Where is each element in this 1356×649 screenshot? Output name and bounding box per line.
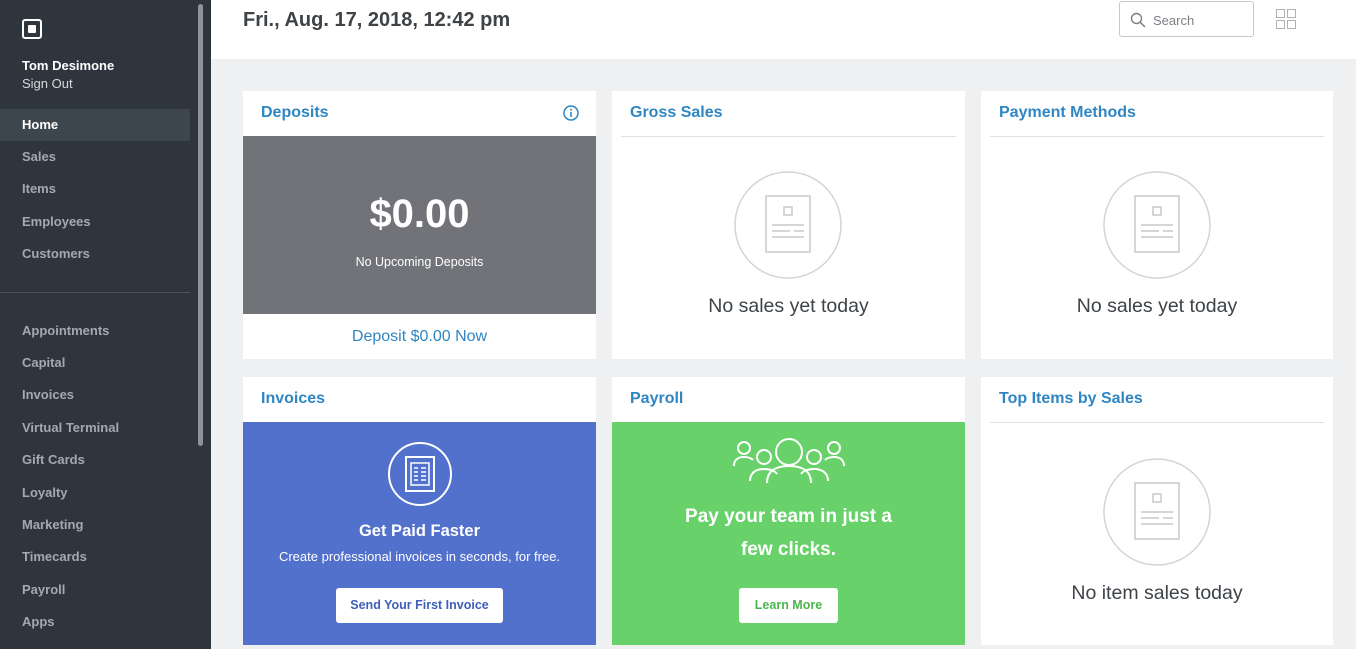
invoice-promo-subtitle: Create professional invoices in seconds,… <box>278 549 561 564</box>
info-icon[interactable] <box>563 105 579 121</box>
deposit-now-link[interactable]: Deposit $0.00 Now <box>243 328 596 346</box>
deposits-card: Deposits $0.00 No Upcoming Deposits Depo… <box>243 91 596 359</box>
card-divider <box>990 136 1324 137</box>
sidebar-item-marketing[interactable]: Marketing <box>0 509 190 541</box>
learn-more-button[interactable]: Learn More <box>739 588 838 623</box>
payment-methods-card-title: Payment Methods <box>999 104 1136 121</box>
empty-receipt-icon <box>1103 458 1211 566</box>
grid-layout-icon[interactable] <box>1276 9 1296 29</box>
card-divider <box>990 422 1324 423</box>
invoice-document-icon <box>388 442 452 506</box>
sidebar-item-home[interactable]: Home <box>0 109 190 141</box>
sidebar-item-appointments[interactable]: Appointments <box>0 315 190 347</box>
empty-receipt-icon <box>734 171 842 279</box>
user-name: Tom Desimone <box>22 58 115 73</box>
deposits-card-title: Deposits <box>261 104 329 121</box>
empty-state-text: No sales yet today <box>708 295 869 317</box>
deposit-amount: $0.00 <box>369 192 470 236</box>
sidebar-item-employees[interactable]: Employees <box>0 206 190 238</box>
sign-out-link[interactable]: Sign Out <box>22 76 73 91</box>
page-title: Fri., Aug. 17, 2018, 12:42 pm <box>243 9 511 31</box>
invoices-card: Invoices Get Paid Faster Create professi… <box>243 377 596 645</box>
sidebar-item-capital[interactable]: Capital <box>0 347 190 379</box>
payroll-promo-heading-line1: Pay your team in just a <box>685 506 892 527</box>
payroll-promo-panel: Pay your team in just a few clicks. Lear… <box>612 422 965 645</box>
search-box[interactable] <box>1119 1 1254 37</box>
top-items-card-title: Top Items by Sales <box>999 390 1143 407</box>
sidebar-item-payroll[interactable]: Payroll <box>0 574 190 606</box>
search-input[interactable] <box>1153 10 1248 30</box>
sidebar-item-items[interactable]: Items <box>0 173 190 205</box>
sidebar-item-sales[interactable]: Sales <box>0 141 190 173</box>
empty-state-text: No item sales today <box>1071 582 1243 604</box>
invoices-card-title: Invoices <box>261 390 326 407</box>
page-header: Fri., Aug. 17, 2018, 12:42 pm <box>211 0 1356 59</box>
sidebar-divider <box>0 292 190 293</box>
deposit-summary-panel: $0.00 No Upcoming Deposits <box>243 136 596 314</box>
card-divider <box>621 136 956 137</box>
payment-methods-card: Payment Methods No sales yet today <box>981 91 1333 359</box>
team-people-icon <box>733 438 845 484</box>
square-logo-icon[interactable] <box>22 19 42 39</box>
gross-sales-card: Gross Sales No sales yet today <box>612 91 965 359</box>
payroll-card: Payroll Pay your team in just a few clic… <box>612 377 965 645</box>
empty-state-text: No sales yet today <box>1076 295 1238 317</box>
payroll-card-title: Payroll <box>630 390 684 407</box>
deposit-status: No Upcoming Deposits <box>355 255 484 269</box>
sidebar-item-virtual-terminal[interactable]: Virtual Terminal <box>0 412 190 444</box>
sidebar-item-timecards[interactable]: Timecards <box>0 541 190 573</box>
sidebar: Tom Desimone Sign Out Home Sales Items E… <box>0 0 211 649</box>
empty-receipt-icon <box>1103 171 1211 279</box>
payroll-promo-heading-line2: few clicks. <box>740 539 837 560</box>
sidebar-scrollbar[interactable] <box>198 4 203 446</box>
sidebar-item-gift-cards[interactable]: Gift Cards <box>0 444 190 476</box>
send-first-invoice-button[interactable]: Send Your First Invoice <box>336 588 503 623</box>
invoice-promo-heading: Get Paid Faster <box>358 522 481 540</box>
top-items-card: Top Items by Sales No item sales today <box>981 377 1333 645</box>
sidebar-item-loyalty[interactable]: Loyalty <box>0 477 190 509</box>
search-icon <box>1130 12 1146 28</box>
sidebar-item-apps[interactable]: Apps <box>0 606 190 638</box>
invoice-promo-panel: Get Paid Faster Create professional invo… <box>243 422 596 645</box>
gross-sales-card-title: Gross Sales <box>630 104 723 121</box>
sidebar-item-customers[interactable]: Customers <box>0 238 190 270</box>
sidebar-item-invoices[interactable]: Invoices <box>0 379 190 411</box>
